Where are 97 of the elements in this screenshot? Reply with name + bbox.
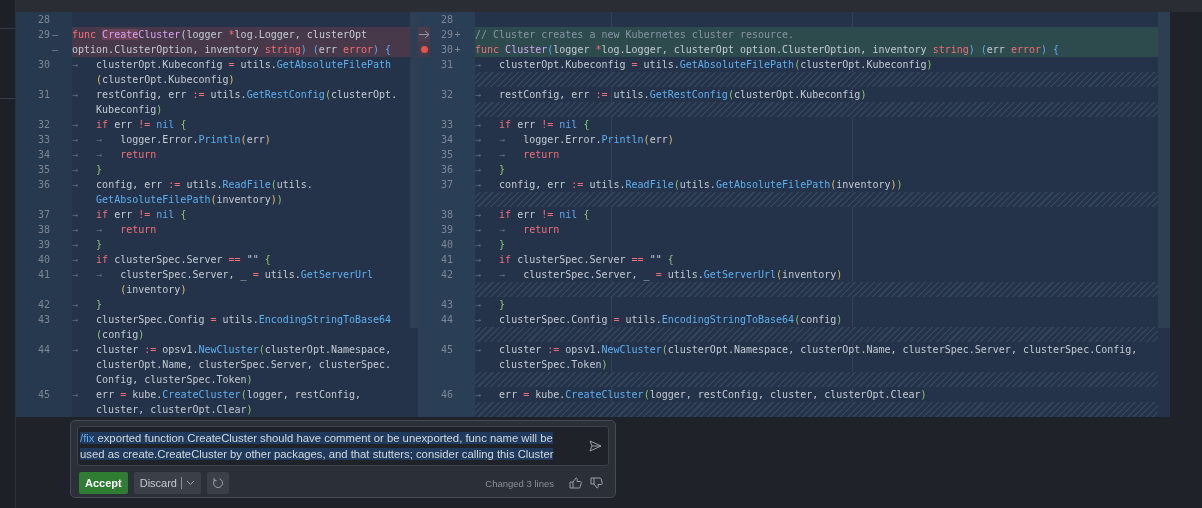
prompt-field[interactable]: /fix exported function CreateCluster should have comment or be unexported, func name will be used as create.CreateCluster by other packages, and that stutters; consider calling this Cluster — [77, 426, 609, 466]
line-number: 45 — [439, 343, 453, 357]
change-marker: — — [51, 28, 59, 42]
code-line: clusterSpec.Token) — [498, 358, 609, 372]
line-number: 43 — [439, 298, 453, 312]
code-line: → if err != nil { — [475, 208, 591, 222]
line-number: 43 — [36, 313, 50, 327]
line-number: 32 — [36, 118, 50, 132]
line-number: 34 — [36, 148, 50, 162]
line-number: 32 — [439, 88, 453, 102]
code-line: → if err != nil { — [72, 118, 188, 132]
change-marker: + — [453, 43, 462, 57]
code-line: → → clusterSpec.Server, _ = utils.GetServerUrl(inventory) — [475, 268, 844, 282]
code-line: GetAbsoluteFilePath(inventory)) — [95, 193, 284, 207]
line-number: 33 — [36, 133, 50, 147]
code-line: → } — [475, 298, 507, 312]
arrow-icon[interactable] — [418, 30, 430, 39]
code-line: → clusterSpec.Config = utils.EncodingStringToBase64(config) — [475, 313, 844, 327]
code-line: → → return — [72, 148, 158, 162]
code-line: → → return — [72, 223, 158, 237]
scrollbar-thumb[interactable] — [1158, 12, 1170, 328]
code-line: (config) — [95, 328, 146, 342]
refresh-icon — [212, 477, 224, 489]
chevron-down-icon[interactable] — [186, 480, 195, 486]
code-line: → } — [72, 298, 104, 312]
accept-button[interactable]: Accept — [79, 472, 128, 494]
line-number: 44 — [36, 343, 50, 357]
code-line: → } — [72, 163, 104, 177]
code-line: → clusterSpec.Config = utils.EncodingStringToBase64 — [72, 313, 393, 327]
line-number: 28 — [36, 13, 50, 27]
thumbs-up-icon[interactable] — [569, 477, 582, 489]
code-line: → } — [475, 238, 507, 252]
change-marker: + — [453, 28, 462, 42]
line-number: 42 — [36, 298, 50, 312]
line-number: 38 — [439, 208, 453, 222]
line-number: 33 — [439, 118, 453, 132]
line-number: 40 — [439, 238, 453, 252]
line-number: 36 — [439, 163, 453, 177]
line-number: 30 — [439, 43, 453, 57]
code-line: → → logger.Error.Println(err) — [475, 133, 675, 147]
line-number: 30 — [36, 58, 50, 72]
code-line: → → return — [475, 148, 561, 162]
code-line: (clusterOpt.Kubeconfig) — [95, 73, 236, 87]
code-line: → if clusterSpec.Server == "" { — [475, 253, 675, 267]
code-line: → if err != nil { — [72, 208, 188, 222]
refresh-button[interactable] — [207, 472, 229, 494]
code-line: clusterOpt.Name, clusterSpec.Server, clusterSpec. — [95, 358, 393, 372]
code-line: cluster, clusterOpt.Clear) — [95, 403, 254, 417]
line-number: 37 — [439, 178, 453, 192]
code-line: → config, err := utils.ReadFile(utils. — [72, 178, 314, 192]
line-number: 45 — [36, 388, 50, 402]
code-line: → → clusterSpec.Server, _ = utils.GetServerUrl — [72, 268, 375, 282]
code-line: → err = kube.CreateCluster(logger, restConfig, cluster, clusterOpt.Clear) — [475, 388, 928, 402]
code-line: → config, err := utils.ReadFile(utils.GetAbsoluteFilePath(inventory)) — [475, 178, 904, 192]
change-summary: Changed 3 lines — [485, 477, 554, 489]
line-number: 44 — [439, 313, 453, 327]
scrollbar-thumb[interactable] — [410, 12, 418, 328]
line-number: 40 — [36, 253, 50, 267]
line-number: 41 — [439, 253, 453, 267]
line-number: 39 — [439, 223, 453, 237]
code-line: → cluster := opsv1.NewCluster(clusterOpt.Namespace, clusterOpt.Name, clusterSpec.Server, clusterSpec.Config, — [475, 343, 1139, 357]
line-number: 29 — [439, 28, 453, 42]
line-number: 35 — [439, 148, 453, 162]
breakpoint-icon[interactable] — [420, 46, 428, 53]
line-number: 28 — [439, 13, 453, 27]
line-number: 38 — [36, 223, 50, 237]
code-line: → if err != nil { — [475, 118, 591, 132]
line-number: 34 — [439, 133, 453, 147]
code-line: → } — [72, 238, 104, 252]
code-line: Config, clusterSpec.Token) — [95, 373, 254, 387]
line-number: 31 — [439, 58, 453, 72]
change-marker: — — [51, 43, 59, 57]
code-line: (inventory) — [119, 283, 188, 297]
code-line: → if clusterSpec.Server == "" { — [72, 253, 272, 267]
line-number: 35 — [36, 163, 50, 177]
line-number: 42 — [439, 268, 453, 282]
code-line: → restConfig, err := utils.GetRestConfig(clusterOpt.Kubeconfig) — [475, 88, 868, 102]
code-line: → → logger.Error.Println(err) — [72, 133, 272, 147]
line-number: 37 — [36, 208, 50, 222]
code-line: → clusterOpt.Kubeconfig = utils.GetAbsoluteFilePath(clusterOpt.Kubeconfig) — [475, 58, 934, 72]
code-line: Kubeconfig) — [95, 103, 164, 117]
slash-command: /fix — [80, 432, 98, 444]
send-icon[interactable] — [589, 440, 602, 452]
thumbs-down-icon[interactable] — [590, 477, 603, 489]
line-number: 41 — [36, 268, 50, 282]
code-line: → } — [475, 163, 507, 177]
code-line: → err = kube.CreateCluster(logger, restConfig, — [72, 388, 363, 402]
line-number: 36 — [36, 178, 50, 192]
line-number: 29 — [36, 28, 50, 42]
code-line: → restConfig, err := utils.GetRestConfig(clusterOpt. — [72, 88, 399, 102]
code-line: → clusterOpt.Kubeconfig = utils.GetAbsoluteFilePath — [72, 58, 393, 72]
code-line: → cluster := opsv1.NewCluster(clusterOpt.Namespace, — [72, 343, 393, 357]
line-number: 46 — [439, 388, 453, 402]
code-line: → → return — [475, 223, 561, 237]
line-number: 39 — [36, 238, 50, 252]
line-number: 31 — [36, 88, 50, 102]
discard-button[interactable]: Discard — [133, 472, 201, 494]
